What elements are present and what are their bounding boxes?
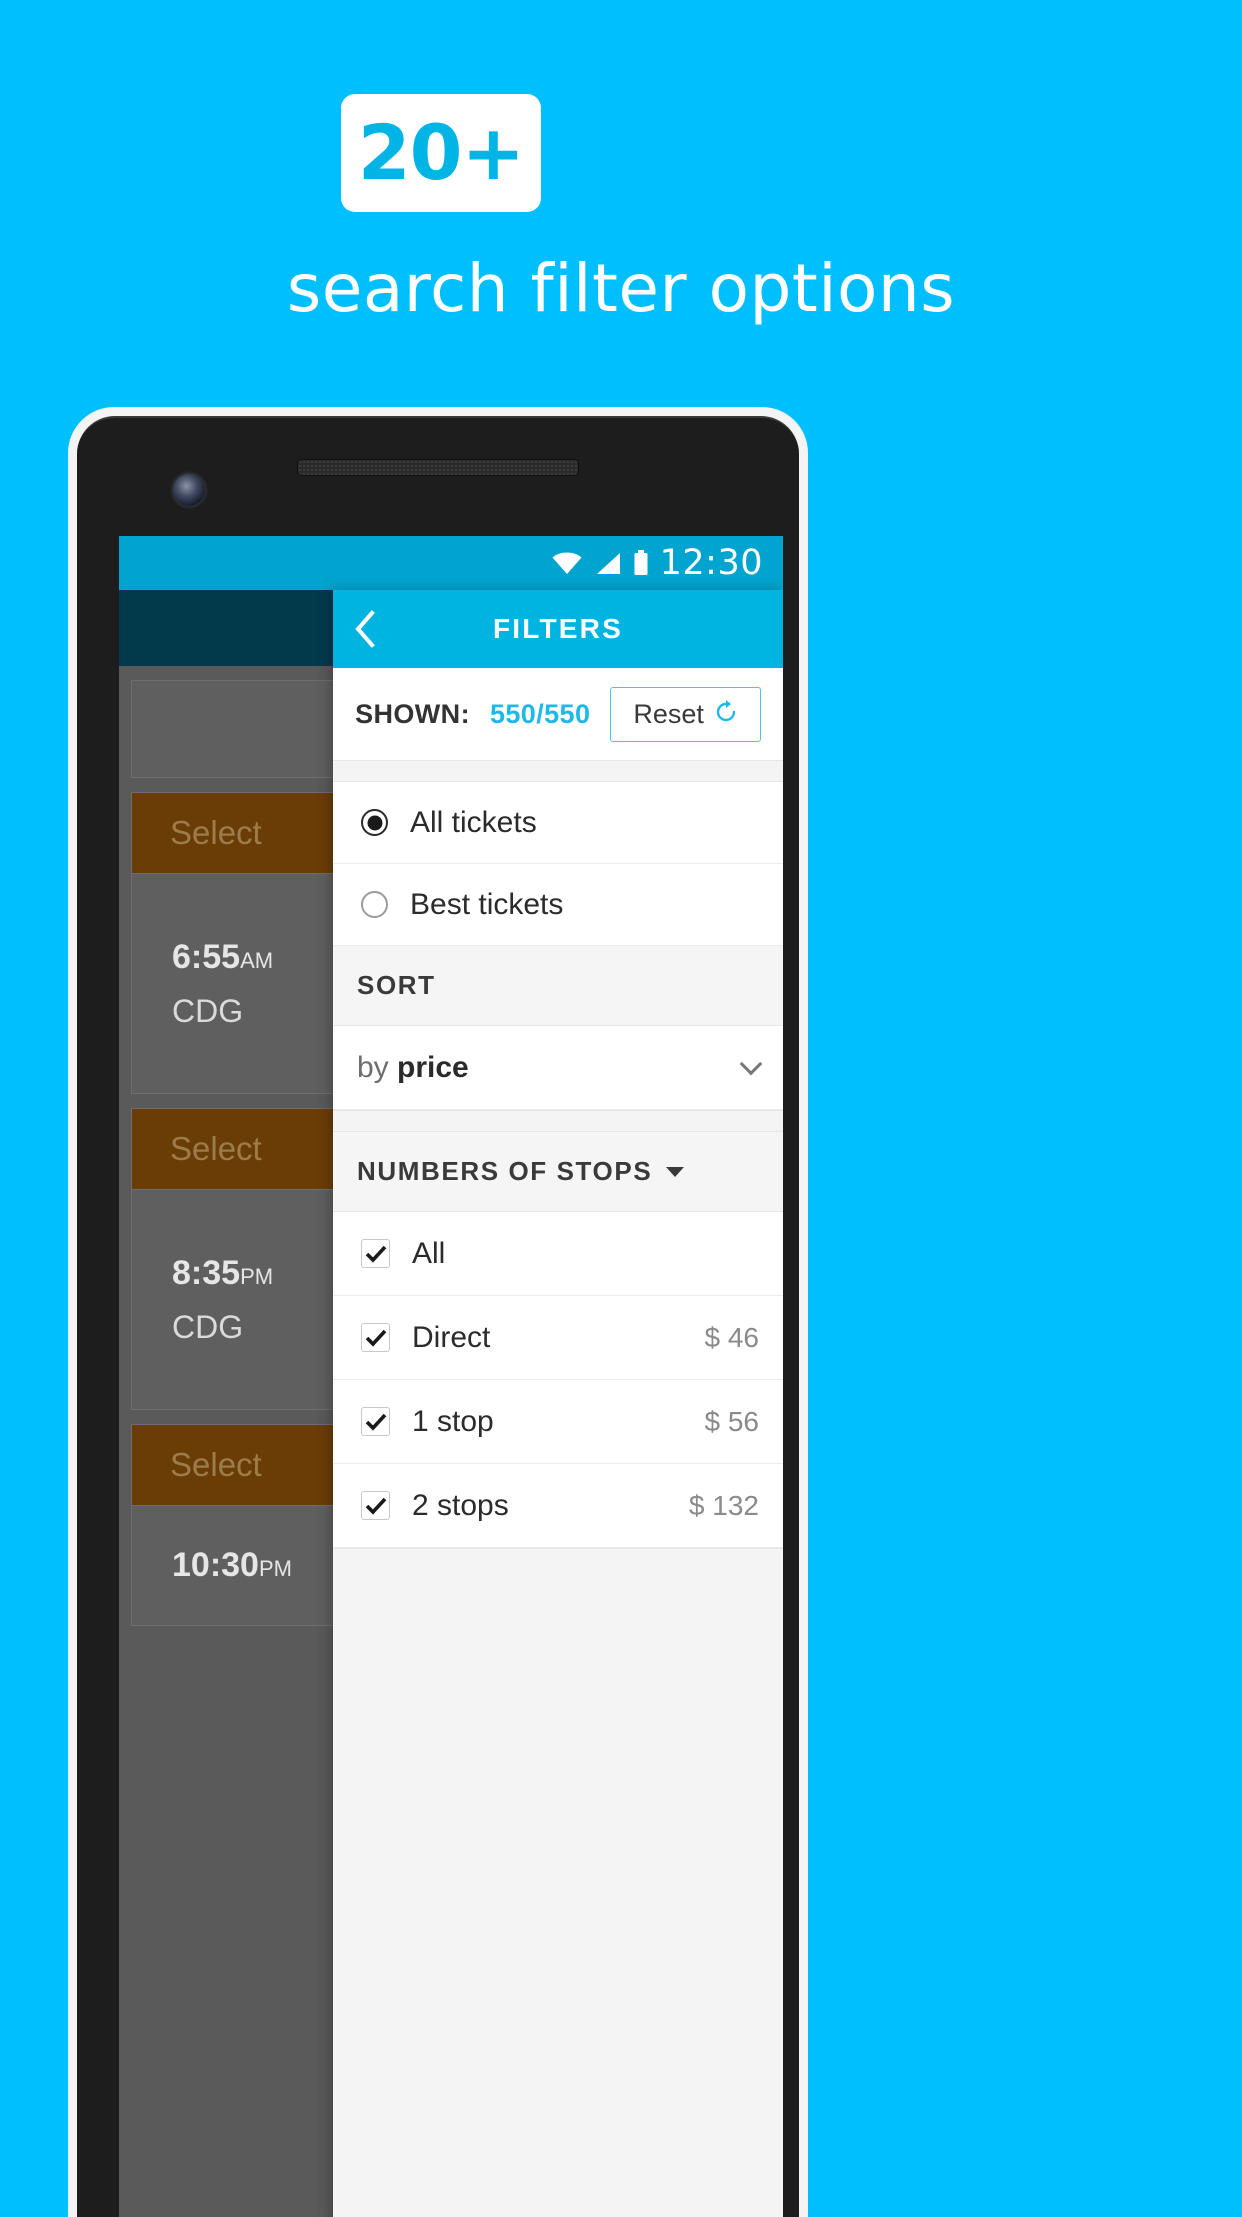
stops-row-label: Direct xyxy=(412,1320,491,1354)
earpiece-speaker-icon xyxy=(297,459,579,476)
background-select-button: Select xyxy=(170,814,262,851)
stops-row-price: $ 46 xyxy=(704,1321,760,1353)
chevron-down-icon[interactable] xyxy=(739,1052,763,1076)
stops-section-title: NUMBERS OF STOPS xyxy=(357,1156,653,1186)
shown-label: SHOWN: xyxy=(355,698,470,729)
sort-select-value: by price xyxy=(357,1050,469,1084)
phone-bezel: 12:30 TUE, NOV 27 xyxy=(77,416,799,2217)
checkbox-icon[interactable] xyxy=(361,1491,390,1520)
front-camera-icon xyxy=(173,474,205,506)
stops-row-label: All xyxy=(412,1236,446,1270)
shown-count: 550/550 xyxy=(489,698,591,729)
stops-row-1stop[interactable]: 1 stop $ 56 xyxy=(333,1380,783,1464)
checkbox-icon[interactable] xyxy=(361,1239,390,1268)
reset-button[interactable]: Reset xyxy=(610,686,761,742)
ticket-option-label: All tickets xyxy=(410,805,537,839)
filters-header: FILTERS xyxy=(333,590,783,668)
sort-section-header: SORT xyxy=(333,946,783,1026)
stops-row-direct[interactable]: Direct $ 46 xyxy=(333,1296,783,1380)
radio-icon[interactable] xyxy=(361,809,388,836)
phone-screen: 12:30 TUE, NOV 27 xyxy=(119,536,783,2217)
refresh-icon xyxy=(714,699,738,729)
ticket-option-label: Best tickets xyxy=(410,887,564,921)
signal-icon xyxy=(594,552,622,575)
battery-icon xyxy=(633,550,649,576)
status-bar-time: 12:30 xyxy=(659,542,763,583)
radio-icon[interactable] xyxy=(361,891,388,918)
stops-row-price: $ 56 xyxy=(704,1405,760,1437)
sort-select[interactable]: by price xyxy=(333,1026,783,1110)
promo-headline: search filter options xyxy=(286,250,956,327)
checkbox-icon[interactable] xyxy=(361,1407,390,1436)
ticket-option-all[interactable]: All tickets xyxy=(333,782,783,864)
back-chevron-icon[interactable] xyxy=(333,590,397,668)
filters-panel: FILTERS SHOWN: 550/550 Reset All tickets… xyxy=(333,590,783,2217)
panel-filler xyxy=(333,1548,783,2217)
section-divider xyxy=(333,760,783,782)
wifi-icon xyxy=(551,552,583,575)
stops-row-label: 1 stop xyxy=(412,1404,494,1438)
phone-mockup: 12:30 TUE, NOV 27 xyxy=(68,407,808,2217)
caret-down-icon[interactable] xyxy=(666,1166,685,1177)
shown-count-row: SHOWN: 550/550 Reset xyxy=(333,668,783,760)
section-divider xyxy=(333,1110,783,1132)
background-select-button: Select xyxy=(170,1130,262,1167)
status-bar: 12:30 xyxy=(119,536,783,590)
stops-row-price: $ 132 xyxy=(688,1489,759,1521)
promo-badge-text: 20+ xyxy=(357,108,525,197)
page-title: FILTERS xyxy=(493,613,623,644)
promo-badge: 20+ xyxy=(341,94,541,212)
background-select-button: Select xyxy=(170,1446,262,1483)
reset-button-label: Reset xyxy=(633,698,704,729)
stops-row-label: 2 stops xyxy=(412,1488,509,1522)
stops-row-all[interactable]: All xyxy=(333,1212,783,1296)
sort-section-title: SORT xyxy=(357,970,436,1000)
ticket-option-best[interactable]: Best tickets xyxy=(333,864,783,946)
stops-section-header[interactable]: NUMBERS OF STOPS xyxy=(333,1132,783,1212)
stops-row-2stops[interactable]: 2 stops $ 132 xyxy=(333,1464,783,1548)
checkbox-icon[interactable] xyxy=(361,1323,390,1352)
